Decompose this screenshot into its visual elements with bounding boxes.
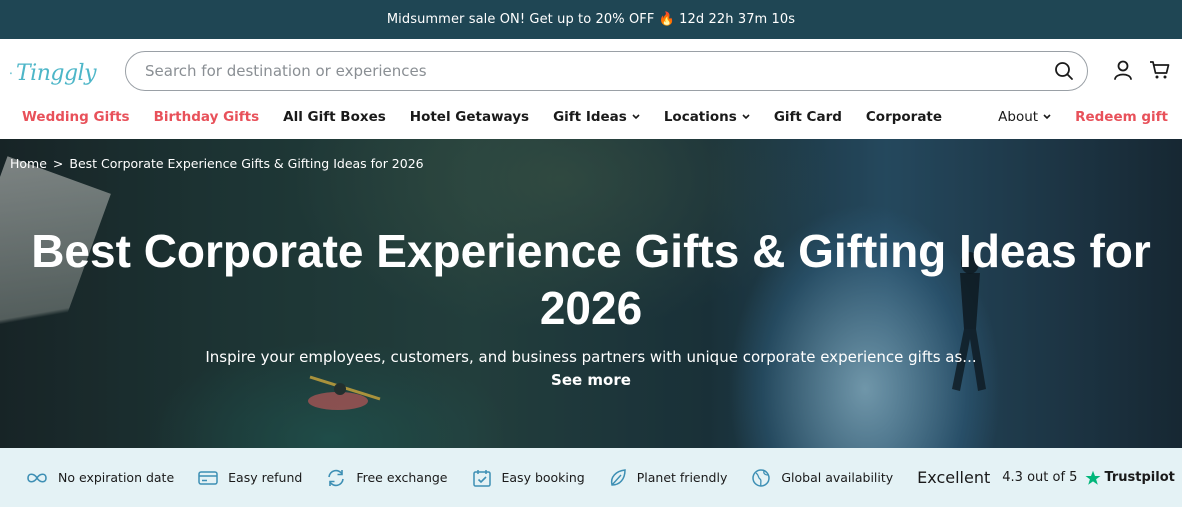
feature-planet-friendly: Planet friendly [609,468,728,488]
feature-global-availability: Global availability [751,468,893,488]
user-icon [1114,60,1132,80]
trustpilot-excellent: Excellent [917,468,991,487]
feature-label: Global availability [781,470,894,485]
breadcrumb: Home > Best Corporate Experience Gifts &… [10,156,424,171]
nav-label: Gift Card [773,109,842,125]
logo-text: Tinggly [15,60,97,86]
card-icon [198,470,218,485]
nav-locations[interactable]: Locations [664,109,750,125]
calendar-check-icon [472,469,491,487]
exchange-icon [328,469,345,486]
see-more-link[interactable]: See more [551,371,631,389]
breadcrumb-home[interactable]: Home [10,156,47,171]
nav-birthday-gifts[interactable]: Birthday Gifts [154,109,260,125]
feature-label: Easy booking [501,470,585,485]
trustpilot-brand: Trustpilot [1085,470,1175,486]
search-icon [1055,62,1073,80]
globe-icon [752,468,771,487]
nav-hotel-getaways[interactable]: Hotel Getaways [410,109,529,125]
hero-description: Inspire your employees, customers, and b… [205,348,977,366]
hero-banner: Home > Best Corporate Experience Gifts &… [0,139,1182,448]
page-title: Best Corporate Experience Gifts & Giftin… [31,225,1151,334]
cart-icon [1150,61,1170,79]
nav-label: Birthday Gifts [153,109,260,125]
nav-label: About [998,109,1039,125]
see-more-container: See more [0,371,1182,389]
nav-redeem-gift[interactable]: Redeem gift [1075,109,1168,125]
trustpilot-rating: 4.3 out of 5 [1002,470,1078,485]
nav-gift-card[interactable]: Gift Card [774,109,842,125]
site-header: Tinggly Wedding Gifts Birthday Gifts All… [0,39,1182,139]
nav-label: Gift Ideas [553,109,627,125]
features-bar: No expiration date Easy refund Free exch… [0,448,1182,507]
search-button[interactable] [1051,58,1077,84]
feature-easy-refund: Easy refund [198,470,302,486]
main-nav: Wedding Gifts Birthday Gifts All Gift Bo… [0,105,1182,129]
nav-label: Redeem gift [1075,109,1168,125]
trustpilot-brand-label: Trustpilot [1104,470,1175,485]
account-button[interactable] [1111,58,1135,82]
nav-about[interactable]: About [998,109,1051,125]
trustpilot-widget[interactable]: Excellent 4.3 out of 5 Trustpilot [917,468,1175,487]
nav-corporate[interactable]: Corporate [866,109,942,125]
chevron-down-icon [632,114,640,120]
breadcrumb-current: Best Corporate Experience Gifts & Giftin… [69,156,424,171]
chevron-down-icon [742,114,750,120]
promo-banner: Midsummer sale ON! Get up to 20% OFF 🔥 1… [0,0,1182,39]
nav-label: Hotel Getaways [409,109,530,125]
feature-label: Free exchange [356,470,448,485]
search-input[interactable] [145,62,1051,80]
chevron-down-icon [1043,114,1051,120]
breadcrumb-separator: > [52,156,64,171]
feature-label: No expiration date [58,470,175,485]
nav-all-gift-boxes[interactable]: All Gift Boxes [283,109,386,125]
nav-label: Locations [663,109,737,125]
promo-text: Midsummer sale ON! Get up to 20% OFF 🔥 1… [386,12,796,27]
search-bar [125,51,1088,91]
leaf-icon [610,468,626,486]
nav-gift-ideas[interactable]: Gift Ideas [553,109,640,125]
feature-no-expiration: No expiration date [26,470,174,485]
feature-easy-booking: Easy booking [472,468,585,488]
cart-button[interactable] [1148,58,1172,82]
nav-label: Corporate [865,109,943,125]
nav-wedding-gifts[interactable]: Wedding Gifts [22,109,130,125]
nav-label: All Gift Boxes [283,109,386,125]
gift-tag-icon [10,71,12,75]
feature-free-exchange: Free exchange [326,468,448,488]
tinggly-logo[interactable]: Tinggly [10,53,97,93]
feature-label: Easy refund [228,470,303,485]
nav-label: Wedding Gifts [22,109,130,125]
infinity-icon [27,472,47,483]
trustpilot-star-icon [1085,470,1101,485]
feature-label: Planet friendly [636,470,728,485]
